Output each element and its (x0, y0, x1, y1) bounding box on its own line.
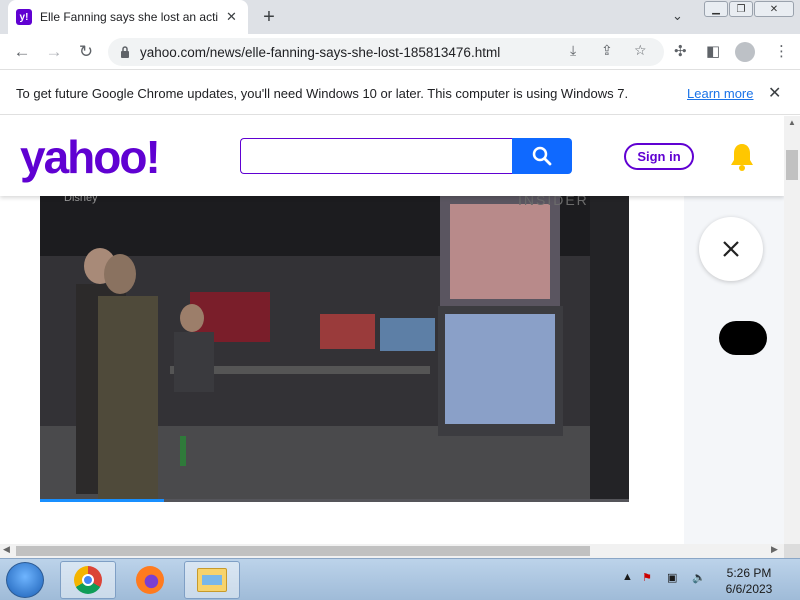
infobar-message: To get future Google Chrome updates, you… (16, 86, 629, 101)
search-button[interactable] (512, 138, 572, 174)
sign-in-button[interactable]: Sign in (624, 143, 694, 170)
video-watermark: INSIDER (518, 196, 589, 208)
action-center-flag-icon[interactable]: ⚑ (642, 571, 652, 584)
network-icon[interactable]: ▣ (667, 571, 677, 584)
chrome-icon (74, 566, 102, 594)
lock-icon (121, 46, 129, 58)
tab-strip: y! Elle Fanning says she lost an acti ✕ … (0, 0, 800, 34)
close-icon (723, 241, 739, 257)
search-icon (532, 146, 552, 166)
infobar-close-icon[interactable]: ✕ (768, 83, 781, 103)
url-text: yahoo.com/news/elle-fanning-says-she-los… (140, 44, 501, 60)
clock-time: 5:26 PM (726, 566, 772, 580)
yahoo-logo[interactable]: yahoo! (20, 130, 161, 184)
show-hidden-icons-icon[interactable]: ▲ (622, 571, 633, 583)
extensions-puzzle-icon[interactable]: ✣ (674, 42, 687, 60)
forward-button[interactable]: → (42, 41, 66, 63)
tab-search-chevron-icon[interactable]: ⌄ (672, 8, 683, 24)
minimize-button[interactable]: ▁ (704, 1, 728, 17)
address-bar[interactable]: yahoo.com/news/elle-fanning-says-she-los… (108, 38, 664, 66)
learn-more-link[interactable]: Learn more (687, 86, 753, 101)
scrollbar-corner (784, 544, 800, 558)
clock-date: 6/6/2023 (725, 582, 773, 596)
video-credit: Disney (64, 196, 98, 204)
new-tab-button[interactable]: + (258, 6, 280, 28)
video-progress-bar[interactable] (40, 499, 629, 502)
close-video-button[interactable] (699, 217, 763, 281)
profile-avatar-icon[interactable] (735, 42, 755, 62)
search-input[interactable] (240, 138, 512, 174)
vertical-scrollbar[interactable]: ▲ (784, 116, 800, 544)
taskbar-chrome-button[interactable] (60, 561, 116, 599)
window-close-button[interactable]: ✕ (754, 1, 794, 17)
taskbar-explorer-button[interactable] (184, 561, 240, 599)
tab-close-icon[interactable]: ✕ (226, 9, 237, 25)
video-progress-fill (40, 499, 164, 502)
side-panel-icon[interactable]: ◧ (706, 42, 720, 60)
bookmark-star-icon[interactable]: ☆ (634, 42, 647, 59)
video-player[interactable]: Disney INSIDER (40, 196, 629, 502)
notification-bell-icon[interactable] (728, 142, 756, 172)
volume-muted-icon[interactable]: 🔈 (692, 571, 706, 584)
scroll-up-arrow-icon[interactable]: ▲ (788, 118, 796, 127)
scroll-right-arrow-icon[interactable]: ▶ (771, 544, 778, 555)
firefox-icon (136, 566, 164, 594)
system-clock[interactable]: 5:26 PM 6/6/2023 (718, 565, 780, 597)
horizontal-scrollbar[interactable]: ◀ ▶ (0, 544, 784, 558)
restore-button[interactable]: ❐ (729, 1, 753, 17)
video-frame (40, 196, 629, 502)
vertical-scroll-thumb[interactable] (786, 150, 798, 180)
start-button[interactable] (6, 562, 44, 598)
share-icon[interactable]: ⇪ (601, 42, 613, 59)
file-explorer-icon (197, 568, 227, 592)
floating-pill-button[interactable] (719, 321, 767, 355)
update-infobar: To get future Google Chrome updates, you… (0, 71, 800, 115)
scroll-left-arrow-icon[interactable]: ◀ (3, 544, 10, 555)
page-viewport: yahoo! Sign in Disney INSIDER (0, 116, 784, 544)
horizontal-scroll-thumb[interactable] (16, 546, 590, 556)
menu-kebab-icon[interactable]: ⋮ (774, 42, 789, 60)
back-button[interactable]: ← (10, 41, 34, 63)
browser-toolbar: ← → ↻ yahoo.com/news/elle-fanning-says-s… (0, 34, 800, 70)
tab-title: Elle Fanning says she lost an acti (40, 10, 219, 24)
reload-button[interactable]: ↻ (74, 41, 98, 63)
taskbar-firefox-button[interactable] (122, 561, 178, 599)
windows-taskbar: ▲ ⚑ ▣ 🔈 5:26 PM 6/6/2023 (0, 558, 800, 600)
browser-tab[interactable]: y! Elle Fanning says she lost an acti ✕ (8, 0, 248, 34)
yahoo-favicon-icon: y! (16, 9, 32, 25)
install-app-icon[interactable]: ⤓ (570, 42, 576, 59)
yahoo-header: yahoo! Sign in (0, 116, 784, 196)
